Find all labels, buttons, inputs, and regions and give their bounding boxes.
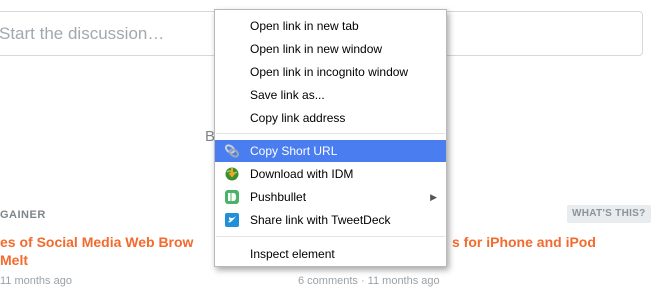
recommendation-title-left-line2[interactable]: Melt	[0, 251, 193, 269]
menu-item-label: Open link in new tab	[250, 19, 359, 33]
menu-item-inspect-element[interactable]: Inspect element	[215, 243, 446, 265]
link-shortener-icon	[224, 143, 240, 159]
recommendation-source-label: GAINER	[0, 209, 46, 221]
menu-item-label: Open link in incognito window	[250, 65, 409, 79]
menu-item-tweetdeck[interactable]: Share link with TweetDeck	[215, 209, 446, 231]
recommendation-meta-left: 11 months ago	[0, 275, 72, 287]
menu-item-save-link-as[interactable]: Save link as...	[215, 84, 446, 106]
menu-item-download-idm[interactable]: Download with IDM	[215, 163, 446, 185]
menu-item-label: Download with IDM	[250, 167, 354, 181]
menu-item-label: Copy link address	[250, 111, 346, 125]
recommendation-title-left[interactable]: es of Social Media Web Brow Melt	[0, 233, 193, 269]
tweetdeck-icon	[224, 212, 240, 228]
context-menu: Open link in new tab Open link in new wi…	[214, 9, 447, 267]
menu-item-label: Share link with TweetDeck	[250, 213, 391, 227]
menu-item-label: Inspect element	[250, 247, 335, 261]
menu-item-label: Copy Short URL	[250, 144, 338, 158]
pushbullet-icon	[224, 189, 240, 205]
idm-globe-icon	[224, 166, 240, 182]
recommendation-title-left-line1[interactable]: es of Social Media Web Brow	[0, 233, 193, 251]
menu-item-pushbullet[interactable]: Pushbullet ▶	[215, 186, 446, 208]
whats-this-button[interactable]: WHAT'S THIS?	[567, 205, 651, 223]
menu-item-label: Pushbullet	[250, 190, 307, 204]
menu-item-label: Open link in new window	[250, 42, 383, 56]
menu-item-open-new-tab[interactable]: Open link in new tab	[215, 15, 446, 37]
menu-item-copy-short-url[interactable]: Copy Short URL	[215, 140, 446, 162]
menu-item-open-incognito[interactable]: Open link in incognito window	[215, 61, 446, 83]
menu-item-copy-link-address[interactable]: Copy link address	[215, 107, 446, 129]
submenu-arrow-icon: ▶	[430, 192, 437, 202]
menu-separator	[216, 133, 445, 134]
menu-separator	[216, 236, 445, 237]
menu-item-label: Save link as...	[250, 88, 325, 102]
recommendation-meta-right: 6 comments · 11 months ago	[298, 275, 440, 287]
recommendation-title-right[interactable]: s for iPhone and iPod	[452, 233, 596, 251]
menu-item-open-new-window[interactable]: Open link in new window	[215, 38, 446, 60]
